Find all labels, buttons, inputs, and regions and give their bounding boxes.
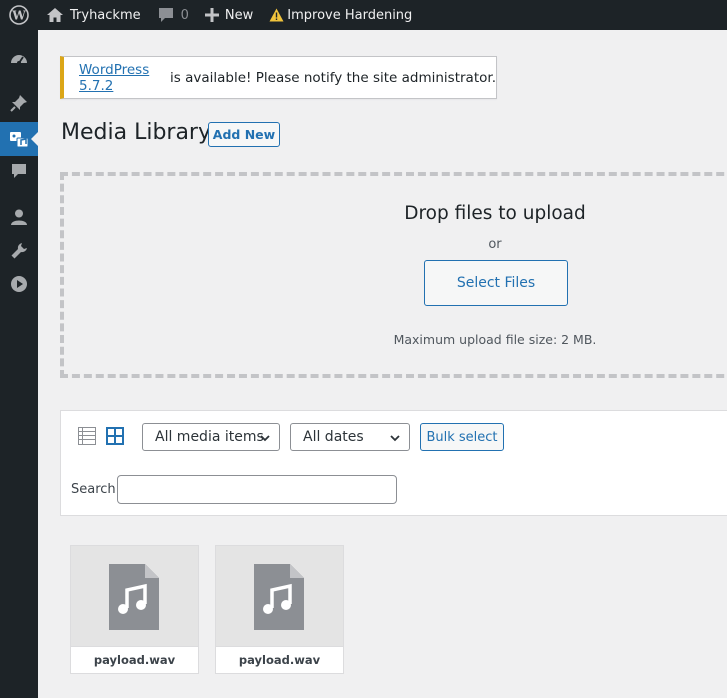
home-icon — [46, 7, 64, 23]
wrench-icon — [11, 243, 27, 259]
sidebar-item-dashboard[interactable] — [0, 42, 38, 76]
media-icon — [10, 132, 29, 148]
select-files-button[interactable]: Select Files — [424, 260, 568, 306]
media-type-filter[interactable]: All media items — [142, 423, 280, 451]
attachment-item[interactable]: payload.wav — [70, 545, 199, 674]
improve-hardening-menu[interactable]: Improve Hardening — [261, 0, 420, 30]
grid-view-icon — [106, 427, 124, 445]
pin-icon — [10, 95, 27, 112]
user-icon — [11, 209, 27, 225]
audio-file-icon — [254, 564, 304, 630]
page-title: Media Library — [61, 120, 211, 145]
attachment-thumbnail — [71, 546, 198, 646]
attachment-item[interactable]: payload.wav — [215, 545, 344, 674]
site-name: Tryhackme — [70, 7, 141, 23]
or-text: or — [488, 237, 502, 252]
warning-icon — [269, 8, 284, 22]
plus-icon — [204, 8, 219, 22]
comment-icon — [157, 7, 175, 23]
comment-icon — [12, 164, 26, 178]
bulk-select-button[interactable]: Bulk select — [420, 423, 504, 451]
wordpress-logo-menu[interactable]: W — [0, 0, 38, 30]
sidebar-item-posts[interactable] — [0, 86, 38, 120]
notice-message: is available! Please notify the site adm… — [165, 69, 496, 86]
media-type-filter-value: All media items — [155, 429, 264, 445]
admin-bar: W Tryhackme 0 New Improve Hardening — [0, 0, 727, 30]
list-view-icon — [78, 427, 96, 445]
search-label: Search — [71, 482, 116, 497]
admin-sidebar — [0, 30, 38, 698]
comments-count: 0 — [180, 7, 189, 23]
drop-files-text: Drop files to upload — [404, 203, 586, 224]
wordpress-logo-icon: W — [9, 5, 29, 25]
list-view-toggle[interactable] — [78, 427, 96, 449]
max-upload-size-text: Maximum upload file size: 2 MB. — [393, 332, 597, 347]
date-filter[interactable]: All dates — [290, 423, 410, 451]
wordpress-update-link[interactable]: WordPress 5.7.2 — [79, 62, 166, 94]
new-label: New — [224, 7, 254, 23]
chevron-down-icon — [260, 435, 270, 442]
play-icon — [11, 276, 27, 292]
sidebar-item-users[interactable] — [0, 200, 38, 234]
sidebar-item-tools[interactable] — [0, 234, 38, 268]
search-input[interactable] — [117, 475, 397, 504]
hardening-label: Improve Hardening — [287, 7, 413, 23]
attachment-thumbnail — [216, 546, 343, 646]
sidebar-item-play[interactable] — [0, 267, 38, 301]
dashboard-icon — [11, 55, 27, 65]
grid-view-toggle[interactable] — [106, 427, 124, 449]
svg-text:W: W — [11, 9, 26, 23]
attachment-filename: payload.wav — [216, 646, 343, 673]
new-content-menu[interactable]: New — [197, 0, 261, 30]
sidebar-item-media[interactable] — [0, 122, 38, 156]
chevron-down-icon — [390, 435, 400, 442]
sidebar-item-comments[interactable] — [0, 154, 38, 188]
site-name-menu[interactable]: Tryhackme — [38, 0, 149, 30]
date-filter-value: All dates — [303, 429, 364, 445]
comments-menu[interactable]: 0 — [149, 0, 197, 30]
audio-file-icon — [109, 564, 159, 630]
update-notice: WordPress 5.7.2 is available! Please not… — [60, 56, 497, 99]
attachment-filename: payload.wav — [71, 646, 198, 673]
add-new-button[interactable]: Add New — [208, 122, 280, 147]
